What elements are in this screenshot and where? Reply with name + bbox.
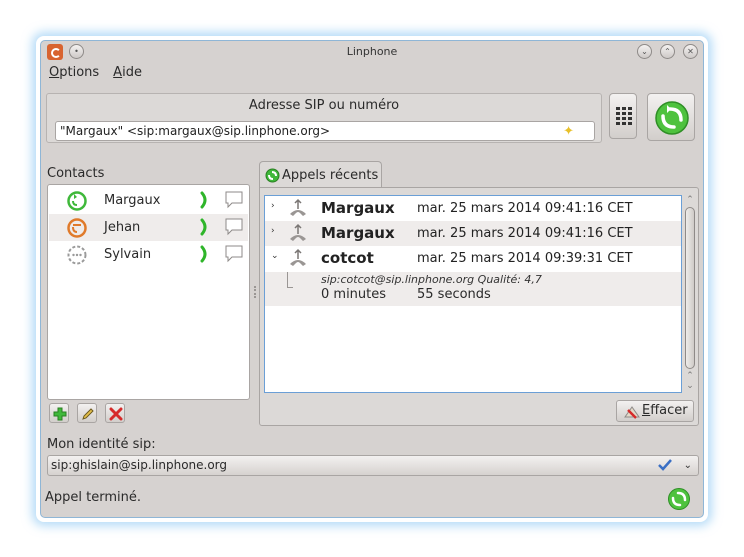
sip-address-frame: Adresse SIP ou numéro "Margaux" <sip:mar… bbox=[46, 93, 602, 143]
call-start-icon bbox=[655, 101, 689, 135]
sip-address-label: Adresse SIP ou numéro bbox=[248, 98, 400, 113]
call-contact-name: Margaux bbox=[321, 224, 395, 242]
call-date: mar. 25 mars 2014 09:41:16 CET bbox=[417, 226, 633, 241]
window-title: Linphone bbox=[346, 45, 398, 58]
presence-offline-icon bbox=[67, 245, 87, 265]
call-contact-icon[interactable] bbox=[199, 191, 209, 209]
call-uri-quality: sip:cotcot@sip.linphone.org Qualité: 4,7 bbox=[321, 273, 542, 286]
call-contact-icon[interactable] bbox=[199, 218, 209, 236]
contact-row-margaux[interactable]: Margaux bbox=[49, 187, 248, 214]
clear-history-text: ffacer bbox=[650, 403, 688, 418]
status-message: Appel terminé. bbox=[45, 490, 141, 505]
sip-address-input[interactable]: "Margaux" <sip:margaux@sip.linphone.org>… bbox=[55, 121, 595, 141]
add-contact-button[interactable] bbox=[49, 403, 69, 423]
menu-bar: Options Aide bbox=[49, 65, 156, 83]
chat-contact-icon[interactable] bbox=[225, 218, 243, 236]
call-duration-seconds: 55 seconds bbox=[417, 287, 491, 302]
recent-calls-icon bbox=[265, 168, 280, 183]
call-row[interactable]: ⌄ cotcot mar. 25 mars 2014 09:39:31 CET bbox=[265, 246, 681, 271]
minimize-button[interactable]: ⌄ bbox=[637, 44, 652, 59]
call-duration-minutes: 0 minutes bbox=[321, 287, 387, 302]
outgoing-call-icon bbox=[290, 198, 306, 216]
expander-icon[interactable]: › bbox=[271, 201, 275, 211]
clear-history-mnemonic: E bbox=[642, 403, 651, 418]
chat-contact-icon[interactable] bbox=[225, 191, 243, 209]
clear-history-button[interactable]: Effacer bbox=[616, 400, 694, 422]
call-contact-icon[interactable] bbox=[199, 245, 209, 263]
expander-icon[interactable]: › bbox=[271, 226, 275, 236]
menu-help[interactable]: Aide bbox=[113, 65, 142, 80]
delete-icon bbox=[109, 407, 123, 421]
scroll-thumb[interactable] bbox=[685, 207, 695, 369]
call-row[interactable]: › Margaux mar. 25 mars 2014 09:41:16 CET bbox=[265, 221, 681, 246]
eraser-icon bbox=[624, 406, 640, 419]
recent-calls-pane: › Margaux mar. 25 mars 2014 09:41:16 CET… bbox=[259, 187, 699, 426]
call-contact-name: Margaux bbox=[321, 199, 395, 217]
contact-row-jehan[interactable]: Jehan bbox=[49, 214, 248, 241]
presence-away-icon bbox=[67, 218, 87, 238]
main-window: • Linphone ⌄ ⌃ ✕ Options Aide Adresse SI… bbox=[40, 40, 704, 518]
sip-identity-label: Mon identité sip: bbox=[47, 437, 156, 452]
scroll-up-arrow[interactable]: ⌃ bbox=[684, 195, 696, 205]
menu-options-mnemonic: O bbox=[49, 65, 60, 80]
maximize-button[interactable]: ⌃ bbox=[660, 44, 675, 59]
menu-options-label: ptions bbox=[59, 65, 100, 80]
expander-icon[interactable]: ⌄ bbox=[271, 251, 279, 261]
sparkle-icon[interactable]: ✦ bbox=[563, 123, 574, 141]
tab-recent-calls[interactable]: Appels récents bbox=[259, 161, 382, 188]
recent-calls-list: › Margaux mar. 25 mars 2014 09:41:16 CET… bbox=[264, 195, 682, 393]
menu-help-mnemonic: A bbox=[113, 65, 123, 80]
call-details: sip:cotcot@sip.linphone.org Qualité: 4,7… bbox=[265, 272, 681, 306]
sip-identity-select[interactable]: sip:ghislain@sip.linphone.org ⌄ bbox=[47, 455, 699, 476]
tab-recent-calls-label: Appels récents bbox=[282, 168, 379, 183]
call-date: mar. 25 mars 2014 09:41:16 CET bbox=[417, 201, 633, 216]
dialpad-icon bbox=[616, 107, 632, 125]
sip-address-value: "Margaux" <sip:margaux@sip.linphone.org> bbox=[60, 124, 331, 138]
sip-identity-value: sip:ghislain@sip.linphone.org bbox=[51, 458, 228, 472]
call-status-icon bbox=[668, 488, 690, 510]
outgoing-call-icon bbox=[290, 248, 306, 266]
call-button[interactable] bbox=[647, 93, 695, 141]
close-button[interactable]: ✕ bbox=[683, 44, 698, 59]
dialpad-button[interactable] bbox=[609, 93, 637, 139]
menu-options[interactable]: Options bbox=[49, 65, 99, 80]
contact-name: Margaux bbox=[104, 193, 161, 208]
menu-help-label: ide bbox=[122, 65, 142, 80]
check-icon bbox=[658, 459, 672, 471]
title-bar[interactable]: • Linphone ⌄ ⌃ ✕ bbox=[41, 41, 703, 63]
contact-name: Sylvain bbox=[104, 247, 152, 262]
contact-row-sylvain[interactable]: Sylvain bbox=[49, 241, 248, 268]
plus-icon bbox=[53, 407, 67, 421]
contacts-list: Margaux Jehan Sylvain bbox=[47, 184, 250, 400]
clear-history-label: Effacer bbox=[642, 403, 688, 418]
chat-contact-icon[interactable] bbox=[225, 245, 243, 263]
call-contact-name: cotcot bbox=[321, 249, 374, 267]
chevron-down-icon[interactable]: ⌄ bbox=[684, 456, 692, 475]
tree-connector bbox=[287, 272, 293, 288]
presence-online-icon bbox=[67, 191, 87, 211]
scroll-down-arrow[interactable]: ⌃ ⌄ bbox=[684, 371, 696, 391]
contacts-label: Contacts bbox=[47, 166, 105, 181]
call-row[interactable]: › Margaux mar. 25 mars 2014 09:41:16 CET bbox=[265, 196, 681, 221]
pencil-icon bbox=[82, 408, 94, 420]
edit-contact-button[interactable] bbox=[77, 403, 97, 423]
outgoing-call-icon bbox=[290, 223, 306, 241]
call-date: mar. 25 mars 2014 09:39:31 CET bbox=[417, 251, 633, 266]
remove-contact-button[interactable] bbox=[105, 403, 125, 423]
pane-splitter[interactable] bbox=[254, 286, 257, 298]
contact-name: Jehan bbox=[104, 220, 141, 235]
recent-calls-scrollbar[interactable]: ⌃ ⌃ ⌄ bbox=[684, 195, 696, 393]
